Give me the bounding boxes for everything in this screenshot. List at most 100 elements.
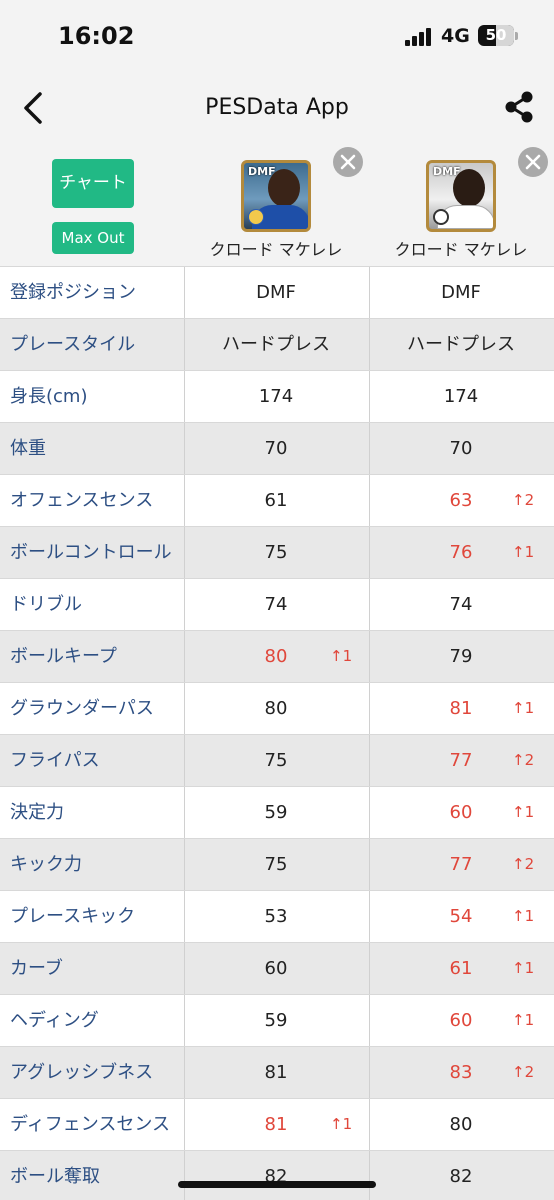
network-type: 4G	[441, 25, 470, 47]
table-row: ボール奪取 82 82	[0, 1150, 554, 1200]
player-2-value: 61	[449, 958, 473, 979]
column-divider	[184, 423, 185, 474]
column-divider	[369, 1047, 370, 1098]
max-out-button[interactable]: Max Out	[52, 222, 134, 254]
stat-label: カーブ	[10, 958, 63, 979]
stat-label: キック力	[10, 854, 82, 875]
player-card-2[interactable]: DMF	[426, 160, 496, 232]
player-2-value: 76	[449, 542, 473, 563]
player-2-value: 174	[443, 386, 479, 407]
stat-label: ヘディング	[10, 1010, 99, 1031]
stat-label: プレースキック	[10, 906, 136, 927]
table-row: カーブ 60 61 ↑1	[0, 942, 554, 994]
stat-label: ディフェンスセンス	[10, 1114, 171, 1135]
stat-label: ドリブル	[10, 594, 82, 615]
player-2-value: 82	[449, 1166, 473, 1187]
navigation-bar: PESData App	[0, 70, 554, 150]
stat-label: アグレッシブネス	[10, 1062, 154, 1083]
player-1-value: 80	[264, 646, 288, 667]
player-2-delta: ↑1	[512, 699, 535, 717]
column-divider	[184, 1047, 185, 1098]
column-divider	[184, 891, 185, 942]
player-card-1[interactable]: DMF	[241, 160, 311, 232]
cellular-signal-icon	[405, 28, 435, 46]
column-divider	[369, 475, 370, 526]
player-1-value: 80	[264, 698, 288, 719]
table-row: ボールキープ 80 ↑1 79	[0, 630, 554, 682]
player-name-2: クロード マケレレ	[394, 240, 528, 259]
column-divider	[184, 839, 185, 890]
column-divider	[184, 267, 185, 318]
player-1-value: 75	[264, 854, 288, 875]
column-divider	[369, 631, 370, 682]
table-row: 身長(cm) 174 174	[0, 370, 554, 422]
player-2-value: 77	[449, 750, 473, 771]
card-position: DMF	[433, 165, 461, 178]
remove-player-1-button[interactable]	[333, 147, 363, 177]
player-2-delta: ↑2	[512, 855, 535, 873]
table-row: ディフェンスセンス 81 ↑1 80	[0, 1098, 554, 1150]
player-2-value: 74	[449, 594, 473, 615]
stat-label: グラウンダーパス	[10, 698, 154, 719]
player-1-value: 75	[264, 750, 288, 771]
player-1-value: 81	[264, 1062, 288, 1083]
player-2-value: ハードプレス	[407, 334, 515, 355]
player-2-value: 80	[449, 1114, 473, 1135]
table-row: グラウンダーパス 80 81 ↑1	[0, 682, 554, 734]
player-name-1: クロード マケレレ	[209, 240, 343, 259]
player-1-value: 53	[264, 906, 288, 927]
player-2-value: 70	[449, 438, 473, 459]
player-1-value: 61	[264, 490, 288, 511]
club-badge-icon	[433, 209, 449, 225]
stat-label: フライパス	[10, 750, 100, 771]
table-row: オフェンスセンス 61 63 ↑2	[0, 474, 554, 526]
home-indicator[interactable]	[178, 1181, 376, 1188]
player-2-value: 63	[449, 490, 473, 511]
player-2-value: 83	[449, 1062, 473, 1083]
column-divider	[369, 839, 370, 890]
player-1-value: 59	[264, 1010, 288, 1031]
player-1-value: 60	[264, 958, 288, 979]
player-1-value: DMF	[256, 282, 296, 303]
player-1-value: 75	[264, 542, 288, 563]
table-row: ヘディング 59 60 ↑1	[0, 994, 554, 1046]
battery-level: 50	[485, 26, 507, 44]
player-2-value: 60	[449, 1010, 473, 1031]
column-divider	[184, 319, 185, 370]
stat-label: プレースタイル	[10, 334, 136, 355]
column-divider	[369, 1151, 370, 1200]
column-divider	[184, 371, 185, 422]
player-1-value: 81	[264, 1114, 288, 1135]
player-2-delta: ↑1	[512, 959, 535, 977]
table-row: キック力 75 77 ↑2	[0, 838, 554, 890]
card-position: DMF	[248, 165, 276, 178]
column-divider	[184, 787, 185, 838]
close-icon	[340, 154, 356, 170]
column-divider	[369, 891, 370, 942]
column-divider	[369, 319, 370, 370]
battery-cap	[515, 32, 518, 40]
column-divider	[184, 943, 185, 994]
player-2-value: 81	[449, 698, 473, 719]
battery-icon: 50	[478, 25, 514, 46]
remove-player-2-button[interactable]	[518, 147, 548, 177]
column-divider	[369, 735, 370, 786]
stat-label: ボールキープ	[10, 646, 117, 667]
player-1-value: 70	[264, 438, 288, 459]
share-icon[interactable]	[502, 90, 536, 124]
status-time: 16:02	[58, 22, 135, 50]
player-1-value: 74	[264, 594, 288, 615]
stat-label: ボール奪取	[10, 1166, 100, 1187]
column-divider	[369, 371, 370, 422]
column-divider	[369, 527, 370, 578]
column-divider	[369, 1099, 370, 1150]
table-row: 体重 70 70	[0, 422, 554, 474]
stat-label: 体重	[10, 438, 46, 459]
column-divider	[184, 1151, 185, 1200]
player-1-value: 82	[264, 1166, 288, 1187]
player-1-delta: ↑1	[330, 1115, 353, 1133]
column-divider	[369, 995, 370, 1046]
table-row: 決定力 59 60 ↑1	[0, 786, 554, 838]
table-row: ドリブル 74 74	[0, 578, 554, 630]
chart-button[interactable]: チャート	[52, 159, 134, 208]
